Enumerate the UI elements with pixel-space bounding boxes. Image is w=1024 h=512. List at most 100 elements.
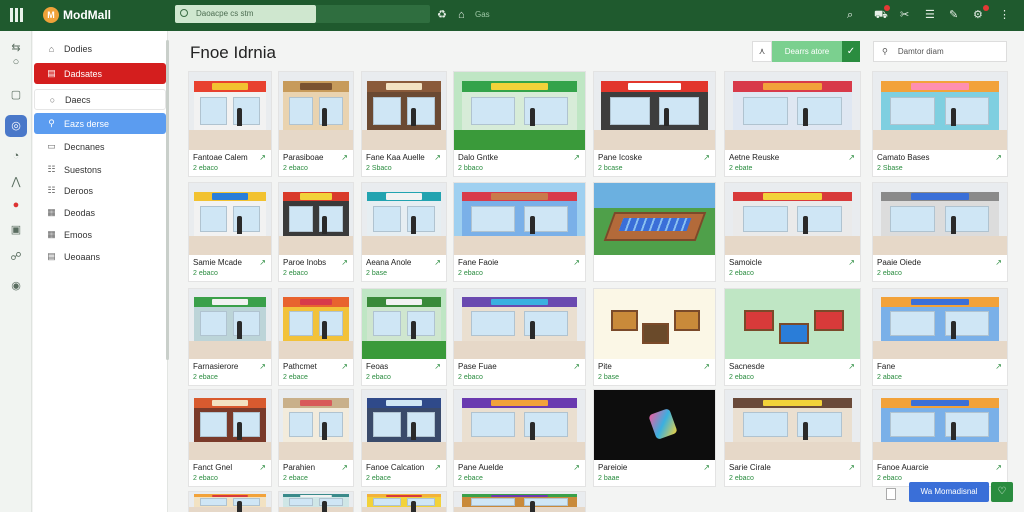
open-link-icon[interactable]: ↗	[703, 153, 710, 162]
store-card[interactable]: Camato Bases 2 Sbase ↗	[873, 72, 1007, 176]
tools-icon[interactable]: ✂	[900, 8, 909, 22]
message-button[interactable]: Wa Momadisnal	[909, 482, 989, 502]
sidebar-item[interactable]: ☷ Deroos	[34, 180, 166, 201]
store-card[interactable]	[362, 492, 446, 512]
store-card[interactable]: Aeana Anole 2 base ↗	[362, 183, 446, 281]
circle-icon[interactable]: ○	[9, 55, 23, 69]
menu-icon[interactable]: ☰	[925, 8, 935, 22]
open-link-icon[interactable]: ↗	[341, 463, 348, 472]
store-card[interactable]	[594, 183, 715, 281]
sidebar-scrollbar[interactable]	[166, 40, 169, 360]
open-link-icon[interactable]: ↗	[434, 463, 441, 472]
store-card[interactable]: Pane Auelde 2 ebace ↗	[454, 390, 585, 486]
apps-grid-icon[interactable]	[10, 8, 24, 22]
confirm-button[interactable]: ✓	[842, 41, 860, 62]
open-link-icon[interactable]: ↗	[259, 463, 266, 472]
store-card[interactable]: Pareioie 2 baae ↗	[594, 390, 715, 486]
split-icon[interactable]: ⇆	[9, 41, 23, 55]
open-link-icon[interactable]: ↗	[703, 463, 710, 472]
open-link-icon[interactable]: ↗	[434, 362, 441, 371]
store-card[interactable]: Samoicle 2 ebaco ↗	[725, 183, 860, 281]
settings-icon[interactable]: ⚙	[973, 8, 983, 22]
store-card[interactable]: Fane 2 abace ↗	[873, 289, 1007, 385]
store-sign	[881, 81, 999, 92]
open-link-icon[interactable]: ↗	[259, 153, 266, 162]
store-card[interactable]: Sarie Cirale 2 ebaco ↗	[725, 390, 860, 486]
gauge-icon[interactable]: ◔	[9, 149, 23, 163]
sidebar-item[interactable]: ⚲ Eazs derse	[34, 113, 166, 134]
sidebar-item[interactable]: ▭ Decnanes	[34, 136, 166, 157]
store-card[interactable]: Paaie Oiede 2 ebaco ↗	[873, 183, 1007, 281]
heart-button[interactable]: ♡	[991, 482, 1013, 502]
store-card[interactable]: Fanct Gnel 2 ebaco ↗	[189, 390, 271, 486]
open-link-icon[interactable]: ↗	[995, 463, 1002, 472]
store-card[interactable]: Pathcmet 2 ebace ↗	[279, 289, 353, 385]
open-link-icon[interactable]: ↗	[848, 153, 855, 162]
open-link-icon[interactable]: ↗	[995, 258, 1002, 267]
open-link-icon[interactable]: ↗	[573, 463, 580, 472]
open-link-icon[interactable]: ↗	[341, 258, 348, 267]
store-card[interactable]: Dalo Gntke 2 bbaco ↗	[454, 72, 585, 176]
sidebar-item[interactable]: ▤ Ueoaans	[34, 246, 166, 267]
more-icon[interactable]: ⋮	[999, 8, 1010, 22]
store-card[interactable]: Farnasierore 2 ebace ↗	[189, 289, 271, 385]
page-indicator[interactable]	[886, 488, 896, 500]
open-link-icon[interactable]: ↗	[341, 362, 348, 371]
open-link-icon[interactable]: ↗	[434, 153, 441, 162]
sidebar-item[interactable]: ☷ Suestons	[34, 159, 166, 180]
tag-icon[interactable]: ⌂	[458, 8, 465, 22]
store-card[interactable]: Fane Faoie 2 ebaco ↗	[454, 183, 585, 281]
store-card[interactable]: Fanoe Calcation 2 ebace ↗	[362, 390, 446, 486]
open-link-icon[interactable]: ↗	[995, 362, 1002, 371]
store-card[interactable]	[189, 492, 271, 512]
search-icon[interactable]: ⌕	[847, 8, 853, 22]
recycle-icon[interactable]: ♻	[437, 8, 447, 22]
open-link-icon[interactable]: ↗	[573, 362, 580, 371]
store-card[interactable]: Pase Fuae 2 ebaco ↗	[454, 289, 585, 385]
open-link-icon[interactable]: ↗	[434, 258, 441, 267]
store-card[interactable]: Aetne Reuske 2 ebate ↗	[725, 72, 860, 176]
network-icon[interactable]: ⋀	[9, 175, 23, 189]
store-card[interactable]	[454, 492, 585, 512]
sidebar-item[interactable]: ▦ Deodas	[34, 202, 166, 223]
store-card[interactable]: Pite 2 base ↗	[594, 289, 715, 385]
open-link-icon[interactable]: ↗	[848, 362, 855, 371]
store-card[interactable]: Pane Icoske 2 bcase ↗	[594, 72, 715, 176]
open-link-icon[interactable]: ↗	[703, 362, 710, 371]
store-card[interactable]: Sacnesde 2 ebaco ↗	[725, 289, 860, 385]
store-card[interactable]: Samie Mcade 2 ebaco ↗	[189, 183, 271, 281]
header-search[interactable]: ⚲ Damtor diam	[873, 41, 1007, 62]
open-link-icon[interactable]: ↗	[259, 362, 266, 371]
storefront	[881, 297, 999, 341]
open-link-icon[interactable]: ↗	[573, 258, 580, 267]
sidebar-item[interactable]: ▤ Dadsates	[34, 63, 166, 84]
edit-icon[interactable]: ✎	[949, 8, 958, 22]
sidebar-item[interactable]: ○ Daecs	[34, 89, 166, 110]
open-link-icon[interactable]: ↗	[995, 153, 1002, 162]
sidebar-item[interactable]: ⌂ Dodies	[34, 38, 166, 59]
users-icon[interactable]: ☍	[9, 250, 23, 264]
globe-icon[interactable]: ◉	[9, 279, 23, 293]
store-action-button[interactable]: Dearrs atore	[772, 41, 842, 62]
store-card[interactable]: Feoas 2 ebaco ↗	[362, 289, 446, 385]
store-card[interactable]: Fantoae Calem 2 ebaco ↗	[189, 72, 271, 176]
open-link-icon[interactable]: ↗	[259, 258, 266, 267]
store-card[interactable]: Fane Kaa Auelle 2 Sbaco ↗	[362, 72, 446, 176]
store-card[interactable]: Parahien 2 ebace ↗	[279, 390, 353, 486]
store-card[interactable]: Parasiboae 2 ebaco ↗	[279, 72, 353, 176]
open-link-icon[interactable]: ↗	[848, 463, 855, 472]
store-card[interactable]: Fanoe Auarcie 2 ebaco ↗	[873, 390, 1007, 486]
record-icon[interactable]: ●	[9, 198, 23, 212]
open-link-icon[interactable]: ↗	[341, 153, 348, 162]
box-icon[interactable]: ▣	[9, 223, 23, 237]
sidebar-item[interactable]: ▦ Emoos	[34, 224, 166, 245]
chat-icon[interactable]: ◎	[5, 115, 27, 137]
store-card[interactable]: Paroe Inobs 2 ebaco ↗	[279, 183, 353, 281]
search-input-extension[interactable]	[316, 5, 430, 23]
open-link-icon[interactable]: ↗	[848, 258, 855, 267]
open-link-icon[interactable]: ↗	[573, 153, 580, 162]
network-button[interactable]: ⋏	[752, 41, 772, 62]
window-icon[interactable]: ▢	[9, 88, 23, 102]
store-card[interactable]	[279, 492, 353, 512]
store-name: Sarie Cirale	[729, 463, 771, 472]
